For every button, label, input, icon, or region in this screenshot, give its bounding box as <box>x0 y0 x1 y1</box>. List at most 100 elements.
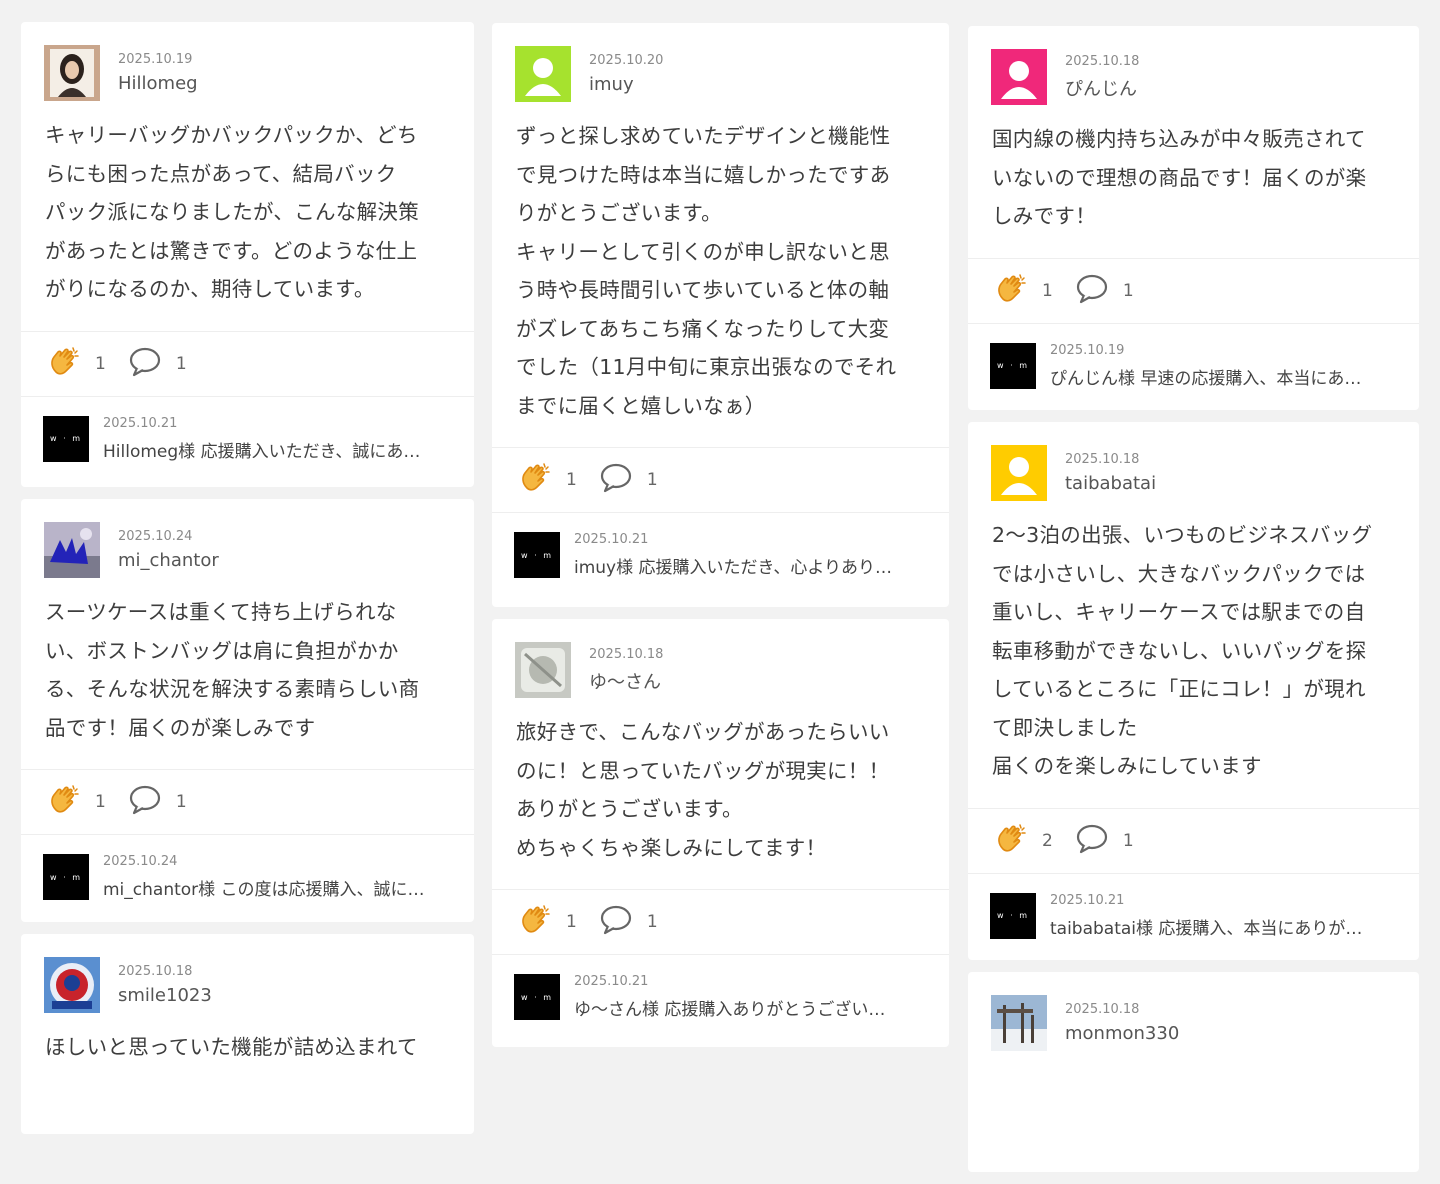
comment-date: 2025.10.18 <box>1065 452 1140 467</box>
clap-button[interactable]: 2 <box>994 822 1053 860</box>
clap-count: 1 <box>95 792 106 812</box>
user-name[interactable]: imuy <box>589 74 663 95</box>
reply-meta: 2025.10.21 imuy様 応援購入いただき、心よりあり… <box>574 532 910 578</box>
clap-count: 1 <box>1042 280 1053 301</box>
comment-card: 2025.10.24 mi_chantor スーツケースは重くて持ち上げられな … <box>21 499 474 922</box>
shop-reply[interactable]: w · m 2025.10.21 Hillomeg様 応援購入いただき、誠にあ… <box>21 395 474 481</box>
shop-logo: w · m <box>514 532 560 578</box>
reply-date: 2025.10.21 <box>103 415 178 431</box>
clap-count: 2 <box>1042 830 1053 851</box>
comment-button[interactable]: 1 <box>599 905 658 939</box>
clap-button[interactable]: 1 <box>994 272 1053 310</box>
comment-stats: 1 1 <box>492 889 949 954</box>
comment-header: 2025.10.18 ぴんじん <box>968 26 1419 106</box>
clap-count: 1 <box>95 353 106 374</box>
comment-card: 2025.10.18 ゆ〜さん 旅好きで、こんなバッグがあったらいい のに！と思… <box>492 619 949 1047</box>
comment-header: 2025.10.19 Hillomeg <box>21 22 474 102</box>
shop-reply[interactable]: w · m 2025.10.21 ゆ〜さん様 応援購入ありがとうござい… <box>492 954 949 1039</box>
comment-count: 1 <box>646 912 658 932</box>
reply-text: taibabatai様 応援購入、本当にありが… <box>1050 918 1363 939</box>
user-name[interactable]: monmon330 <box>1065 1023 1179 1044</box>
shop-reply[interactable]: w · m 2025.10.19 ぴんじん様 早速の応援購入、本当にあ… <box>968 322 1419 408</box>
avatar[interactable] <box>515 642 571 698</box>
reply-text: Hillomeg様 応援購入いただき、誠にあ… <box>103 441 421 462</box>
comment-button[interactable]: 1 <box>1075 274 1134 308</box>
user-name[interactable]: mi_chantor <box>118 550 219 571</box>
comment-count: 1 <box>646 470 658 490</box>
comment-meta: 2025.10.19 Hillomeg <box>118 52 198 94</box>
comment-meta: 2025.10.18 smile1023 <box>118 964 212 1006</box>
clap-icon <box>994 822 1028 860</box>
reply-meta: 2025.10.24 mi_chantor様 この度は応援購入、誠に… <box>103 854 439 900</box>
comment-count: 1 <box>175 353 187 374</box>
comment-date: 2025.10.18 <box>118 964 193 979</box>
comment-button[interactable]: 1 <box>1075 824 1134 858</box>
comment-button[interactable]: 1 <box>128 347 187 381</box>
clap-button[interactable]: 1 <box>518 461 577 499</box>
shop-reply[interactable]: w · m 2025.10.21 taibabatai様 応援購入、本当にありが… <box>968 872 1419 958</box>
clap-icon <box>994 272 1028 310</box>
avatar[interactable] <box>991 995 1047 1051</box>
speech-bubble-icon <box>599 463 633 497</box>
user-name[interactable]: Hillomeg <box>118 73 198 94</box>
reply-date: 2025.10.21 <box>1050 892 1125 908</box>
comment-card: 2025.10.18 taibabatai 2〜3泊の出張、いつものビジネスバッ… <box>968 422 1419 960</box>
comment-body: ずっと探し求めていたデザインと機能性 で見つけた時は本当に嬉しかったですあ りが… <box>516 124 897 418</box>
comment-date: 2025.10.20 <box>589 53 664 68</box>
reply-date: 2025.10.21 <box>574 974 649 989</box>
comment-date: 2025.10.18 <box>589 646 664 662</box>
speech-bubble-icon <box>1075 274 1109 308</box>
clap-button[interactable]: 1 <box>518 903 577 941</box>
user-name[interactable]: smile1023 <box>118 985 212 1006</box>
speech-bubble-icon <box>128 347 162 381</box>
comment-card: 2025.10.20 imuy ずっと探し求めていたデザインと機能性 で見つけた… <box>492 23 949 607</box>
user-name[interactable]: ぴんじん <box>1065 75 1139 101</box>
reply-date: 2025.10.21 <box>574 532 649 547</box>
avatar[interactable] <box>44 522 100 578</box>
reply-meta: 2025.10.21 Hillomeg様 応援購入いただき、誠にあ… <box>103 416 439 462</box>
user-name[interactable]: ゆ〜さん <box>589 668 663 694</box>
shop-reply[interactable]: w · m 2025.10.21 imuy様 応援購入いただき、心よりあり… <box>492 512 949 597</box>
user-name[interactable]: taibabatai <box>1065 473 1156 494</box>
shop-logo: w · m <box>514 974 560 1020</box>
avatar[interactable] <box>515 46 571 102</box>
comment-meta: 2025.10.18 ぴんじん <box>1065 54 1139 101</box>
comment-button[interactable]: 1 <box>599 463 658 497</box>
clap-count: 1 <box>566 912 577 932</box>
clap-icon <box>47 345 81 383</box>
comment-button[interactable]: 1 <box>128 785 187 819</box>
shop-logo: w · m <box>43 415 89 462</box>
clap-button[interactable]: 1 <box>47 345 106 383</box>
comment-header: 2025.10.18 smile1023 <box>21 934 474 1014</box>
comment-card: 2025.10.18 monmon330 <box>968 972 1419 1172</box>
comment-stats: 1 1 <box>492 447 949 512</box>
reply-date: 2025.10.19 <box>1050 342 1125 358</box>
comment-card: 2025.10.19 Hillomeg キャリーバッグかバックパックか、どち ら… <box>21 22 474 487</box>
avatar[interactable] <box>44 45 100 101</box>
shop-reply[interactable]: w · m 2025.10.24 mi_chantor様 この度は応援購入、誠に… <box>21 834 474 919</box>
clap-icon <box>518 903 552 941</box>
comment-body: 旅好きで、こんなバッグがあったらいい のに！と思っていたバッグが現実に！！ あり… <box>516 720 890 860</box>
comment-count: 1 <box>175 792 187 812</box>
reply-text: ぴんじん様 早速の応援購入、本当にあ… <box>1050 368 1362 389</box>
reply-date: 2025.10.24 <box>103 854 178 869</box>
clap-button[interactable]: 1 <box>47 783 106 821</box>
comment-body: ほしいと思っていた機能が詰め込まれて <box>45 1035 418 1059</box>
comment-date: 2025.10.24 <box>118 529 193 544</box>
comment-body: キャリーバッグかバックパックか、どち らにも困った点があって、結局バック パック… <box>45 123 419 301</box>
comment-date: 2025.10.19 <box>118 52 193 67</box>
comment-card: 2025.10.18 ぴんじん 国内線の機内持ち込みが中々販売されて いないので… <box>968 26 1419 410</box>
avatar[interactable] <box>991 49 1047 105</box>
comment-date: 2025.10.18 <box>1065 53 1140 69</box>
comment-card: 2025.10.18 smile1023 ほしいと思っていた機能が詰め込まれて <box>21 934 474 1134</box>
avatar[interactable] <box>44 957 100 1013</box>
comment-header: 2025.10.24 mi_chantor <box>21 499 474 579</box>
comment-count: 1 <box>1122 830 1134 851</box>
reply-text: imuy様 応援購入いただき、心よりあり… <box>574 558 892 578</box>
reply-text: mi_chantor様 この度は応援購入、誠に… <box>103 880 425 900</box>
comment-meta: 2025.10.18 monmon330 <box>1065 1002 1179 1044</box>
comment-meta: 2025.10.24 mi_chantor <box>118 529 219 571</box>
avatar[interactable] <box>991 445 1047 501</box>
comment-stats: 2 1 <box>968 807 1419 873</box>
shop-logo: w · m <box>990 342 1036 389</box>
